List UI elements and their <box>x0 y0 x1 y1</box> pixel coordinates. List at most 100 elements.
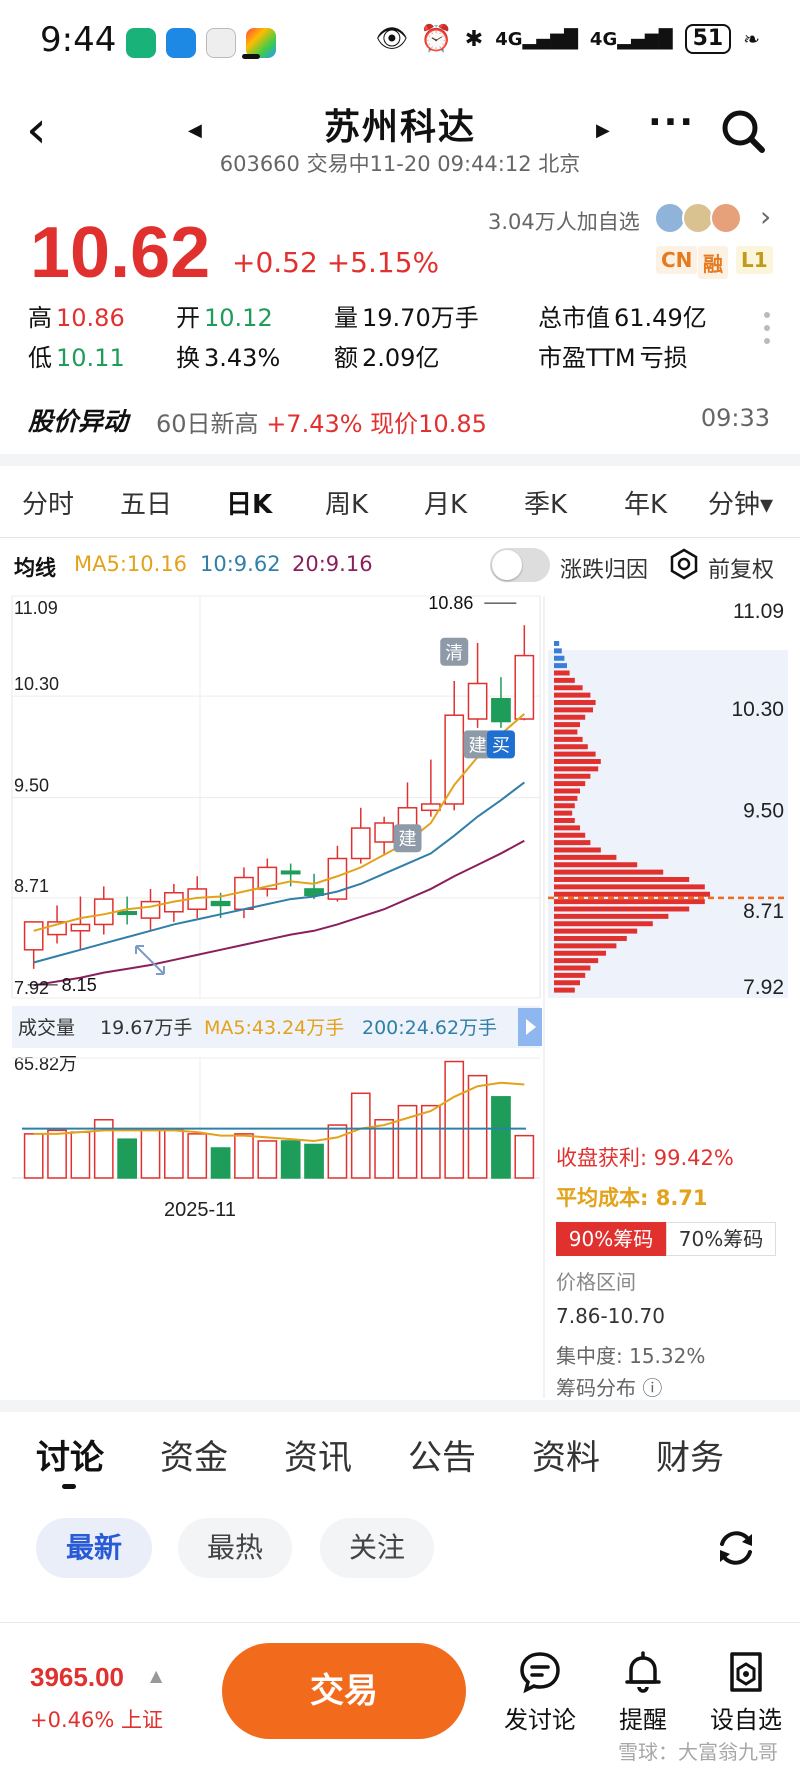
filter-following[interactable]: 关注 <box>320 1518 434 1578</box>
tab-intraday[interactable]: 分时 <box>22 484 74 521</box>
chip-bar <box>554 980 580 986</box>
ma-label[interactable]: 均线 <box>14 552 56 582</box>
high-marker: 10.86 <box>428 593 473 613</box>
tab-daily-k[interactable]: 日K <box>226 484 272 521</box>
tab-funds[interactable]: 资金 <box>160 1430 228 1479</box>
ma5-value: MA5:10.16 <box>74 552 188 576</box>
volume-bar <box>257 1140 278 1179</box>
volume-bar <box>327 1124 348 1179</box>
expand-icon <box>135 945 165 975</box>
reminder-button[interactable]: 提醒 <box>598 1650 688 1735</box>
back-icon[interactable]: ‹ <box>26 104 47 156</box>
chip-bar <box>554 862 638 868</box>
tab-discussion[interactable]: 讨论 <box>36 1430 104 1479</box>
tab-yearly-k[interactable]: 年K <box>624 484 667 521</box>
index-value[interactable]: 3965.00 <box>30 1662 124 1693</box>
status-icons: 👁 ⏰ ✱ 4G▂▄▆█ 4G▂▄▆█ 51 ❧ <box>375 24 760 54</box>
trade-button[interactable]: 交易 <box>222 1643 466 1739</box>
kline-chart[interactable]: 11.0910.309.508.717.9210.868.15清建 买建 成交量 1… <box>0 588 800 1398</box>
candle-body <box>374 822 394 843</box>
search-icon[interactable] <box>720 108 766 154</box>
candle-body <box>444 714 465 805</box>
tab-news[interactable]: 资讯 <box>284 1430 352 1479</box>
expand-stats-icon[interactable] <box>764 312 772 351</box>
follower-avatars[interactable] <box>654 202 750 234</box>
post-discussion-button[interactable]: 发讨论 <box>495 1650 585 1735</box>
add-watchlist-button[interactable]: 设自选 <box>701 1650 791 1735</box>
range-label: 价格区间 <box>556 1270 636 1294</box>
candle-body <box>70 923 91 932</box>
toggle-knob <box>492 550 522 580</box>
y-tick-label: 10.30 <box>14 674 59 694</box>
chip-bar <box>554 670 570 676</box>
candle-body <box>350 827 371 860</box>
next-stock-icon[interactable]: ▶ <box>596 120 610 141</box>
y-tick-label: 9.50 <box>14 776 49 796</box>
tab-monthly-k[interactable]: 月K <box>424 484 467 521</box>
chip-bar <box>554 943 617 949</box>
chevron-right-icon[interactable]: › <box>760 200 771 233</box>
candlesticks <box>23 625 535 969</box>
chip-bar <box>554 744 588 750</box>
page-title: 苏州科达 <box>323 107 476 148</box>
chip-bar <box>554 722 580 728</box>
chip-y-tick-label: 8.71 <box>743 900 784 923</box>
info-icon[interactable]: ⓘ <box>642 1376 662 1400</box>
badge-cn[interactable]: CN <box>656 246 698 274</box>
volume-bar <box>70 1131 91 1179</box>
candle-body <box>210 900 231 907</box>
volume-bar <box>467 1074 488 1179</box>
ma10-line <box>33 781 525 964</box>
chip-bar <box>554 773 591 779</box>
tab-five-day[interactable]: 五日 <box>120 484 172 521</box>
volume-bar <box>304 1143 324 1179</box>
alert-title: 股价异动 <box>28 407 129 436</box>
index-change[interactable]: +0.46% 上证 <box>30 1704 163 1734</box>
tab-quarterly-k[interactable]: 季K <box>524 484 567 521</box>
volume-bar <box>234 1133 254 1179</box>
more-icon[interactable]: ··· <box>648 102 695 143</box>
tab-weekly-k[interactable]: 周K <box>325 484 368 521</box>
chip-bar <box>554 899 705 905</box>
chip-bar <box>554 707 593 713</box>
price-alert-bar[interactable]: 股价异动 60日新高 +7.43% 现价10.85 09:33 <box>0 392 800 450</box>
tab-chip-90[interactable]: 90%筹码 <box>556 1222 666 1256</box>
badge-l1[interactable]: L1 <box>736 246 773 274</box>
volume-value: 19.67万手 <box>100 1017 192 1039</box>
chip-bar <box>554 936 627 941</box>
chip-bar <box>554 759 601 764</box>
badge-margin[interactable]: 融 <box>698 246 728 279</box>
tab-profile[interactable]: 资料 <box>532 1430 600 1479</box>
profit-ratio: 收盘获利: 99.42% <box>556 1146 734 1170</box>
stat-turnover: 换 3.43% <box>176 344 281 372</box>
triangle-up-icon: ▲ <box>150 1666 163 1685</box>
chip-bar <box>554 928 638 934</box>
refresh-icon[interactable] <box>712 1524 760 1572</box>
avatar <box>710 202 742 234</box>
chip-bar <box>554 692 591 698</box>
chip-dist-label[interactable]: 筹码分布 ⓘ <box>556 1372 662 1401</box>
candle-body <box>467 682 488 720</box>
filter-hot[interactable]: 最热 <box>178 1518 292 1578</box>
candle-body <box>421 803 441 812</box>
volume-label: 成交量 <box>18 1017 75 1039</box>
tab-minute[interactable]: 分钟▾ <box>708 484 773 521</box>
tab-financials[interactable]: 财务 <box>656 1430 724 1479</box>
y-tick-label: 7.92 <box>14 978 49 998</box>
volume-chart: 成交量 19.67万手 MA5:43.24万手 200:24.62万手 65.82万 20… <box>12 1006 542 1221</box>
tab-chip-70[interactable]: 70%筹码 <box>666 1222 776 1256</box>
event-marker-label: 建 <box>469 735 487 756</box>
chip-bar <box>554 700 596 705</box>
adjustment-label[interactable]: 前复权 <box>708 552 774 584</box>
filter-latest[interactable]: 最新 <box>36 1518 152 1578</box>
followers-count[interactable]: 3.04万人加自选 <box>488 206 640 236</box>
chip-bar <box>554 965 591 971</box>
settings-icon[interactable] <box>668 548 700 580</box>
tab-announcements[interactable]: 公告 <box>408 1430 476 1479</box>
volume-ma5: MA5:43.24万手 <box>204 1017 344 1039</box>
bluetooth-icon: ✱ <box>464 26 484 52</box>
chip-bar <box>554 648 562 654</box>
leaf-icon: ❧ <box>743 27 760 51</box>
volume-bar <box>117 1138 137 1179</box>
chip-bar <box>554 950 606 956</box>
